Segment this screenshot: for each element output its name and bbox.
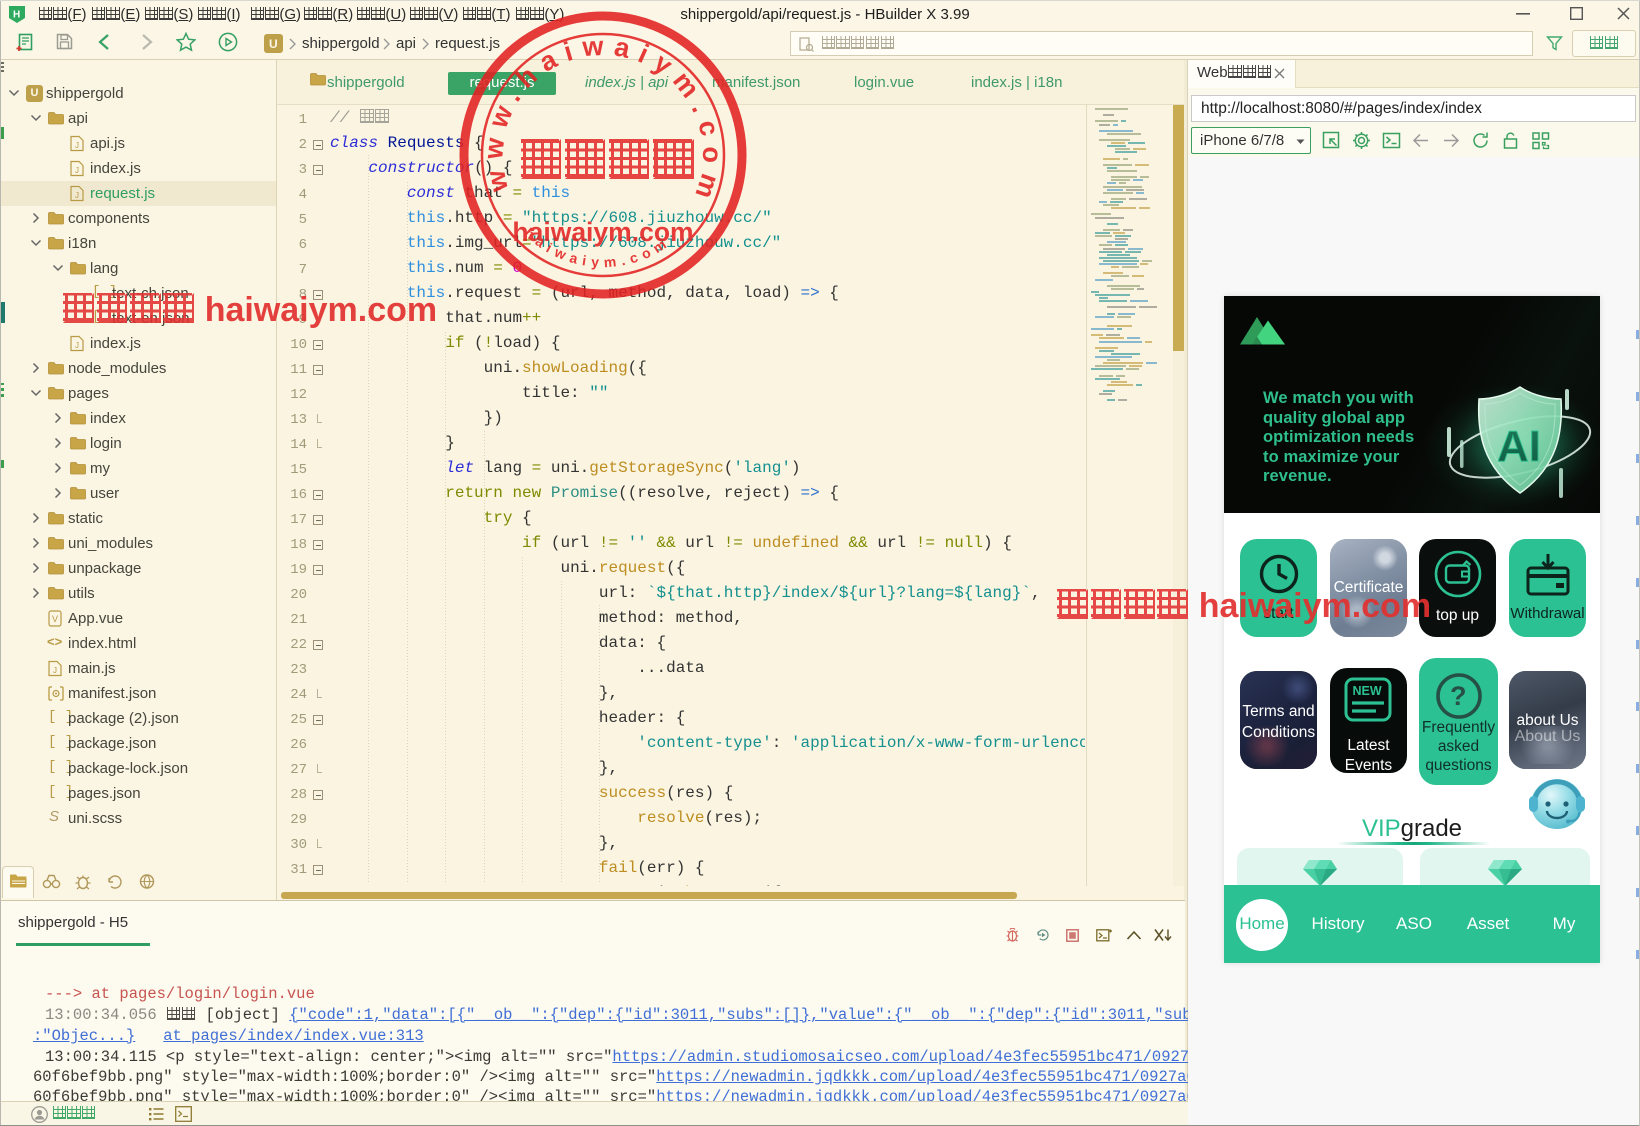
- svg-text:J: J: [75, 341, 79, 350]
- svg-text:H: H: [13, 10, 20, 21]
- svg-text:NEW: NEW: [1353, 684, 1382, 698]
- svg-text:V: V: [52, 614, 58, 624]
- svg-text:?: ?: [1450, 681, 1467, 711]
- svg-text:AI: AI: [1497, 422, 1541, 471]
- svg-text:J: J: [53, 666, 57, 675]
- svg-text:J: J: [75, 141, 79, 150]
- svg-text:haiwaiym.com: haiwaiym.com: [512, 217, 693, 247]
- svg-text:J: J: [75, 166, 79, 175]
- svg-text:J: J: [75, 191, 79, 200]
